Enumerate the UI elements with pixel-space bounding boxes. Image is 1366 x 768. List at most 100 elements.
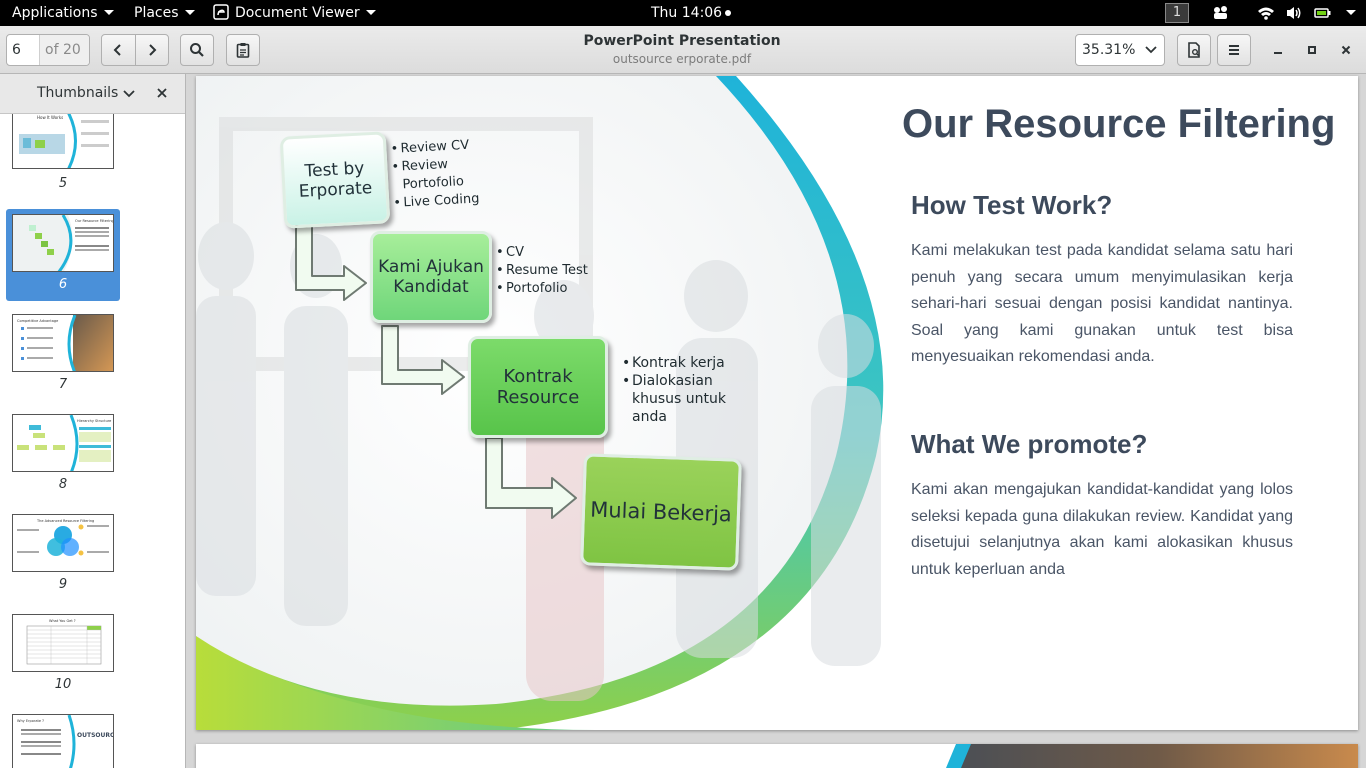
next-page-preview	[946, 744, 1358, 768]
thumbnail-item[interactable]: What You Get ? 10	[6, 609, 120, 701]
minimize-icon	[1274, 52, 1282, 54]
pdf-page	[196, 744, 1358, 768]
flow-step-kontrak-bullets: Kontrak kerja Dialokasian khusus untuk a…	[622, 354, 742, 426]
annotations-button[interactable]	[226, 34, 260, 66]
svg-text:Why Erporate ?: Why Erporate ?	[17, 719, 44, 723]
bullet-item: Dialokasian khusus untuk anda	[622, 372, 742, 426]
chevron-down-icon	[365, 9, 376, 15]
system-menu[interactable]	[1340, 0, 1356, 26]
notification-dot-icon	[725, 10, 732, 16]
document-filename: outsource erporate.pdf	[612, 52, 752, 66]
thumbnail-item[interactable]: Why Erporate ?OUTSOURCE 11	[6, 709, 120, 768]
page-total-label: of 20	[40, 35, 89, 65]
svg-text:What You Get ?: What You Get ?	[49, 619, 76, 623]
page-thumbnail: What You Get ?	[12, 614, 114, 672]
flow-step-kandidat: Kami Ajukan Kandidat	[370, 231, 492, 323]
bullet-item: CV	[496, 244, 606, 262]
document-title: PowerPoint Presentation	[583, 33, 781, 49]
app-menu[interactable]: Document Viewer	[213, 0, 376, 26]
svg-text:Our Resource Filtering: Our Resource Filtering	[75, 219, 114, 223]
document-view[interactable]: Test by Erporate Review CV Review Portof…	[187, 74, 1366, 768]
thumbnail-item[interactable]: Our Resource Filtering 6	[6, 209, 120, 301]
zoom-select[interactable]: 35.31%	[1075, 34, 1165, 66]
page-number-entry[interactable]: 6 of 20	[6, 34, 90, 66]
wifi-icon[interactable]	[1257, 5, 1275, 21]
chevron-right-icon	[149, 44, 157, 56]
search-button[interactable]	[180, 34, 214, 66]
slide-title: Our Resource Filtering	[902, 102, 1336, 146]
svg-text:How It Works: How It Works	[37, 115, 63, 120]
close-icon	[1341, 45, 1351, 55]
clock[interactable]: Thu 14:06	[651, 0, 732, 26]
chevron-down-icon	[103, 9, 114, 15]
thumbnail-number: 10	[54, 677, 72, 692]
thumbnail-list: How It Works 5 Our Resource Filtering 6 …	[0, 114, 185, 768]
zoom-value: 35.31%	[1082, 42, 1136, 58]
volume-icon[interactable]	[1285, 5, 1303, 21]
close-icon[interactable]	[155, 86, 169, 100]
bullet-item: Portofolio	[496, 280, 606, 298]
maximize-icon	[1308, 46, 1316, 54]
top-bar: Applications Places Document Viewer Thu …	[0, 0, 1366, 26]
thumbnail-number: 6	[58, 277, 68, 292]
applications-menu[interactable]: Applications	[12, 0, 114, 26]
section-body: Kami melakukan test pada kandidat selama…	[911, 242, 1293, 365]
flow-step-label: Test by Erporate	[298, 158, 373, 202]
thumbnail-number: 5	[58, 176, 68, 191]
sidebar: Thumbnails How It Works 5 Our Resource F…	[0, 74, 186, 768]
page-thumbnail: Hierarchy Structure	[12, 414, 114, 472]
flow-step-label: Kontrak Resource	[496, 366, 580, 408]
maximize-button[interactable]	[1300, 38, 1324, 62]
document-view-icon	[1188, 42, 1200, 58]
sidebar-mode-label[interactable]: Thumbnails	[37, 85, 118, 101]
places-menu[interactable]: Places	[134, 0, 195, 26]
svg-text:The Advanced Resource Filterin: The Advanced Resource Filtering	[36, 519, 94, 523]
flow-step-label: Kami Ajukan Kandidat	[378, 257, 484, 297]
header-bar: 6 of 20 PowerPoint Presentation outsourc…	[0, 26, 1366, 74]
thumbnail-number: 7	[58, 377, 68, 392]
close-window-button[interactable]	[1334, 38, 1358, 62]
thumbnail-number: 9	[58, 577, 68, 592]
chevron-down-icon[interactable]	[122, 86, 136, 100]
hamburger-menu-icon	[1229, 45, 1239, 55]
chevron-down-icon	[1346, 9, 1356, 15]
battery-icon[interactable]	[1314, 5, 1332, 21]
bullet-item: Review Portofolio	[391, 153, 503, 195]
flow-step-test-bullets: Review CV Review Portofolio Live Coding	[390, 135, 504, 213]
page-thumbnail: How It Works	[12, 114, 114, 169]
svg-text:OUTSOURCE: OUTSOURCE	[77, 732, 114, 739]
thumbnail-item[interactable]: How It Works 5	[6, 114, 120, 200]
applications-label: Applications	[12, 5, 98, 21]
section-heading: How Test Work?	[911, 190, 1113, 220]
thumbnail-item[interactable]: The Advanced Resource Filtering 9	[6, 509, 120, 601]
pdf-page: Test by Erporate Review CV Review Portof…	[196, 76, 1358, 730]
minimize-button[interactable]	[1266, 38, 1290, 62]
thumbnail-item[interactable]: Hierarchy Structure 8	[6, 409, 120, 501]
section-heading: What We promote?	[911, 429, 1148, 459]
people-icon[interactable]	[1212, 5, 1230, 21]
chevron-left-icon	[113, 44, 121, 56]
places-label: Places	[134, 5, 179, 21]
app-name-label: Document Viewer	[235, 5, 360, 21]
sidebar-header: Thumbnails	[0, 74, 185, 114]
document-viewer-icon	[213, 4, 229, 20]
workspace-indicator[interactable]: 1	[1165, 3, 1189, 23]
flow-step-kandidat-bullets: CV Resume Test Portofolio	[496, 244, 606, 298]
page-thumbnail: Our Resource Filtering	[12, 214, 114, 272]
menu-button[interactable]	[1217, 34, 1251, 66]
page-view-button[interactable]	[1177, 34, 1211, 66]
thumbnail-item[interactable]: Competitive Advantage 7	[6, 309, 120, 401]
flow-step-test: Test by Erporate	[279, 131, 391, 229]
page-current-field[interactable]: 6	[7, 35, 40, 65]
chevron-down-icon	[1145, 46, 1157, 54]
page-thumbnail: Competitive Advantage	[12, 314, 114, 372]
bullet-item: Kontrak kerja	[622, 354, 742, 372]
previous-page-button[interactable]	[102, 35, 136, 65]
svg-text:Competitive Advantage: Competitive Advantage	[17, 319, 58, 323]
thumbnail-number: 8	[58, 477, 68, 492]
flow-step-kontrak: Kontrak Resource	[468, 336, 608, 438]
next-page-button[interactable]	[136, 35, 169, 65]
flow-step-label: Mulai Bekerja	[589, 497, 733, 527]
clipboard-icon	[236, 43, 250, 58]
page-nav-buttons	[101, 34, 169, 66]
